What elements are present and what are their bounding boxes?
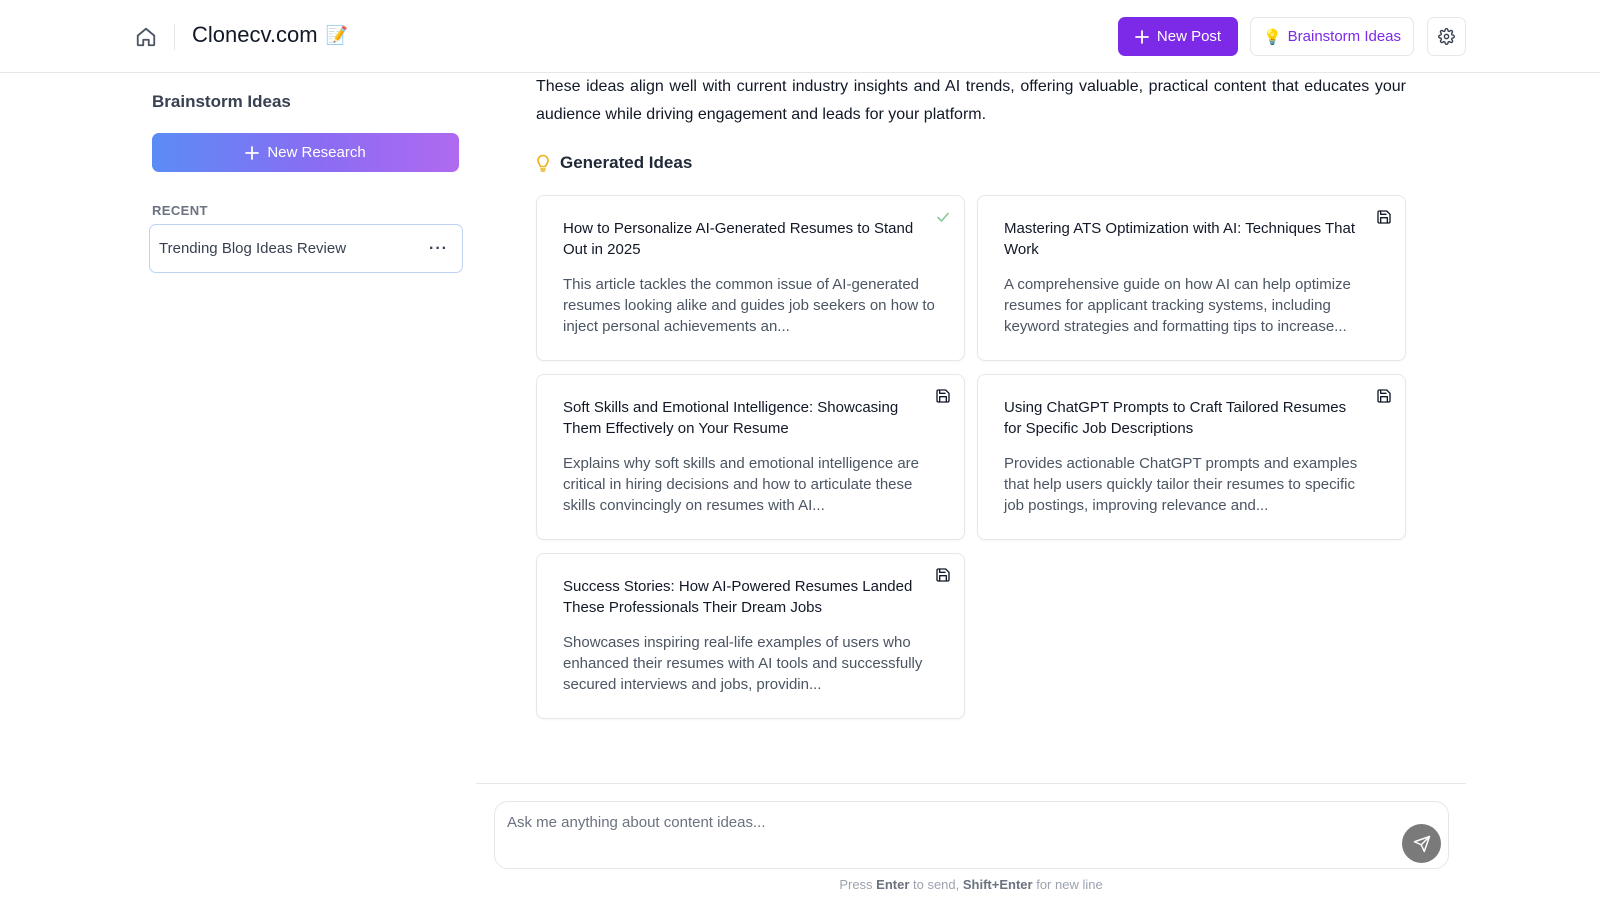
memo-icon: 📝 <box>325 24 348 45</box>
idea-card[interactable]: Success Stories: How AI-Powered Resumes … <box>536 553 965 719</box>
idea-description: Provides actionable ChatGPT prompts and … <box>1004 455 1358 514</box>
idea-description: Showcases inspiring real-life examples o… <box>563 634 923 693</box>
generated-ideas-heading: Generated Ideas <box>536 153 692 173</box>
save-icon[interactable] <box>1375 387 1393 405</box>
sidebar-title: Brainstorm Ideas <box>152 92 291 111</box>
send-button[interactable] <box>1402 824 1441 863</box>
plus-icon <box>245 145 260 160</box>
top-header: Clonecv.com 📝 New Post 💡 Brainstorm Idea… <box>0 0 1600 73</box>
hint-prefix: Press <box>839 877 877 892</box>
idea-title: Mastering ATS Optimization with AI: Tech… <box>1004 220 1356 258</box>
chat-composer <box>494 801 1449 869</box>
brainstorm-label: Brainstorm Ideas <box>1287 28 1402 45</box>
brainstorm-ideas-button[interactable]: 💡 Brainstorm Ideas <box>1250 17 1414 56</box>
settings-button[interactable] <box>1427 17 1466 56</box>
gear-icon <box>1438 28 1455 45</box>
idea-card[interactable]: Soft Skills and Emotional Intelligence: … <box>536 374 965 540</box>
idea-description: This article tackles the common issue of… <box>563 276 935 335</box>
hint-key-newline: Shift+Enter <box>962 877 1033 892</box>
lightbulb-icon <box>537 154 549 172</box>
idea-card[interactable]: Using ChatGPT Prompts to Craft Tailored … <box>977 374 1406 540</box>
header-divider <box>174 24 175 50</box>
check-icon <box>934 208 952 226</box>
new-research-button[interactable]: New Research <box>152 133 459 172</box>
recent-item-label: Trending Blog Ideas Review <box>159 240 347 257</box>
idea-card[interactable]: Mastering ATS Optimization with AI: Tech… <box>977 195 1406 361</box>
recent-section-label: RECENT <box>152 203 208 218</box>
chat-input[interactable] <box>507 810 1367 834</box>
send-icon <box>1413 835 1430 852</box>
new-post-button[interactable]: New Post <box>1118 17 1238 56</box>
idea-description: A comprehensive guide on how AI can help… <box>1004 276 1351 335</box>
lightbulb-icon: 💡 <box>1262 28 1282 46</box>
save-icon[interactable] <box>934 566 952 584</box>
idea-title: Success Stories: How AI-Powered Resumes … <box>563 578 913 616</box>
idea-title: Using ChatGPT Prompts to Craft Tailored … <box>1004 399 1347 437</box>
new-post-label: New Post <box>1156 28 1222 45</box>
intro-paragraph: These ideas align well with current indu… <box>536 78 1406 123</box>
save-icon[interactable] <box>934 387 952 405</box>
idea-description: Explains why soft skills and emotional i… <box>563 455 920 514</box>
save-icon[interactable] <box>1375 208 1393 226</box>
hint-suffix: for new line <box>1032 877 1103 892</box>
hint-key-send: Enter <box>876 877 910 892</box>
new-research-label: New Research <box>267 144 366 161</box>
app-title-text: Clonecv.com <box>192 22 318 47</box>
composer-divider <box>476 783 1466 784</box>
app-title: Clonecv.com 📝 <box>192 22 348 48</box>
plus-icon <box>1134 29 1149 44</box>
more-options-icon[interactable]: ··· <box>429 240 448 258</box>
idea-title: Soft Skills and Emotional Intelligence: … <box>563 399 899 437</box>
recent-item[interactable]: Trending Blog Ideas Review ··· <box>149 224 463 273</box>
generated-ideas-title: Generated Ideas <box>560 153 693 172</box>
hint-mid: to send, <box>909 877 963 892</box>
composer-hint: Press Enter to send, Shift+Enter for new… <box>476 877 1466 892</box>
idea-card[interactable]: How to Personalize AI-Generated Resumes … <box>536 195 965 361</box>
idea-title: How to Personalize AI-Generated Resumes … <box>563 220 914 258</box>
home-icon[interactable] <box>134 25 158 49</box>
